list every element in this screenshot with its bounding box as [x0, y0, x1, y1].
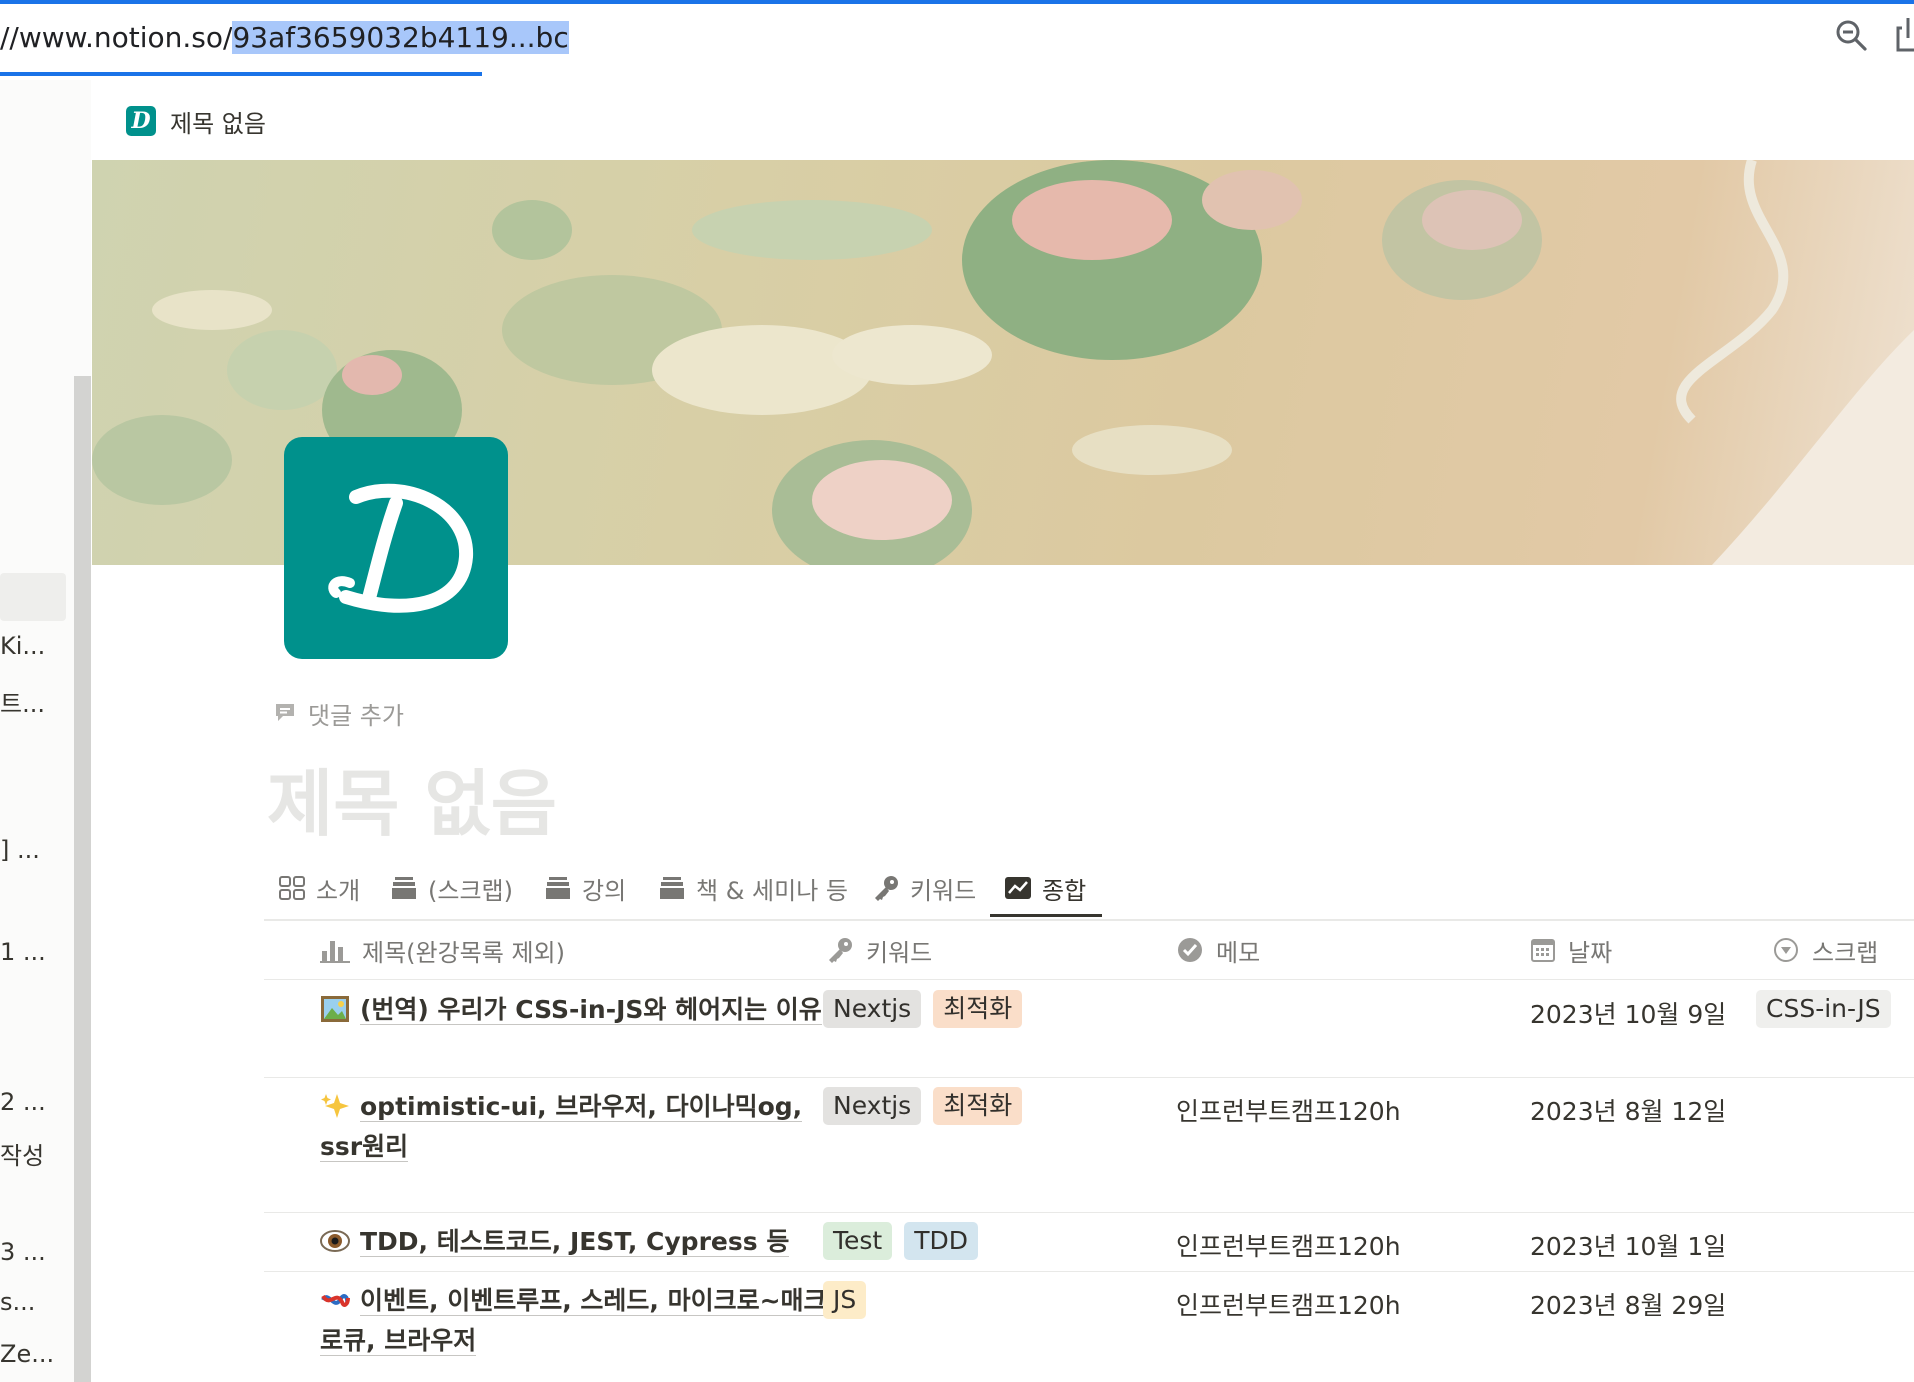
- tag-chip: Nextjs: [823, 990, 922, 1028]
- key-icon: [829, 938, 852, 963]
- sidebar-scrollbar[interactable]: [74, 376, 91, 1382]
- date-cell[interactable]: 2023년 8월 12일: [1530, 1092, 1726, 1128]
- row-title-text: (번역) 우리가 CSS-in-JS와 헤어지는 이유: [360, 995, 822, 1025]
- scrap-cell[interactable]: CSS-in-JS: [1756, 990, 1903, 1028]
- url-prefix: //www.notion.so/: [0, 21, 233, 54]
- url-selection: 93af3659032b4119...bc: [232, 21, 569, 54]
- page-title[interactable]: 제목 없음: [267, 745, 557, 850]
- column-label: 메모: [1216, 938, 1261, 967]
- add-comment-button[interactable]: 댓글 추가: [308, 696, 404, 731]
- row-divider: [264, 1212, 1914, 1213]
- d-logo-icon: [328, 483, 474, 613]
- breadcrumb-title[interactable]: 제목 없음: [170, 104, 266, 139]
- memo-cell[interactable]: 인프런부트캠프120h: [1176, 1227, 1401, 1263]
- check-circle-icon: [1178, 938, 1202, 962]
- sidebar-item[interactable]: 트...: [0, 684, 45, 719]
- key-icon: [875, 876, 898, 901]
- active-tab-indicator: [990, 914, 1102, 917]
- column-header-keyword[interactable]: 키워드: [826, 926, 932, 974]
- tab-label: (스크랩): [428, 876, 513, 905]
- select-icon: [1774, 938, 1798, 962]
- tab-summary[interactable]: 종합: [1004, 860, 1086, 916]
- address-bar-focus-line: [0, 0, 1914, 4]
- tab-books[interactable]: 책 & 세미나 등: [658, 860, 848, 916]
- comment-icon[interactable]: [273, 700, 297, 724]
- chart-icon: [1005, 877, 1031, 899]
- gallery-icon: [279, 876, 305, 900]
- column-label: 제목(완강목록 제외): [362, 938, 565, 967]
- eye-icon: [320, 1230, 350, 1252]
- column-header-memo[interactable]: 메모: [1176, 926, 1260, 974]
- knot-icon: [321, 1294, 350, 1307]
- column-header-date[interactable]: 날짜: [1530, 926, 1612, 974]
- table-top-border: [264, 920, 1914, 921]
- memo-cell[interactable]: 인프런부트캠프120h: [1176, 1286, 1401, 1322]
- calendar-icon: [1531, 939, 1555, 962]
- stack-icon: [546, 877, 570, 899]
- date-cell[interactable]: 2023년 10월 9일: [1530, 995, 1726, 1031]
- tag-chip: Test: [823, 1222, 893, 1260]
- row-divider: [264, 1077, 1914, 1078]
- sidebar-item[interactable]: Ki...: [0, 632, 45, 660]
- stack-icon: [660, 877, 684, 899]
- keyword-tags[interactable]: JS: [823, 1281, 878, 1319]
- tag-chip: TDD: [904, 1222, 979, 1260]
- tag-chip: JS: [823, 1281, 867, 1319]
- keyword-tags[interactable]: Test TDD: [823, 1222, 990, 1260]
- address-bar[interactable]: //www.notion.so/93af3659032b4119...bc: [0, 0, 1914, 80]
- table-row-title[interactable]: optimistic-ui, 브라우저, 다이나믹og, ssr원리: [320, 1087, 830, 1167]
- sidebar-selected-item[interactable]: [0, 573, 66, 621]
- table-header-border: [264, 979, 1914, 980]
- sidebar-item[interactable]: Ze...: [0, 1340, 54, 1368]
- url-underline-gap: [482, 70, 755, 76]
- keyword-tags[interactable]: Nextjs 최적화: [823, 1087, 1034, 1125]
- page-icon-small: D: [126, 106, 156, 136]
- column-label: 날짜: [1568, 938, 1613, 967]
- table-row-title[interactable]: 이벤트, 이벤트루프, 스레드, 마이크로~매크로큐, 브라우저: [320, 1281, 830, 1361]
- tab-scrap[interactable]: (스크랩): [390, 860, 513, 916]
- sidebar-item[interactable]: 3 ...: [0, 1238, 46, 1266]
- tag-chip: Nextjs: [823, 1087, 922, 1125]
- sidebar-item[interactable]: s...: [0, 1288, 35, 1316]
- column-header-scrap[interactable]: 스크랩: [1772, 926, 1878, 974]
- date-cell[interactable]: 2023년 10월 1일: [1530, 1227, 1726, 1263]
- sparkles-icon: [321, 1094, 349, 1118]
- stack-icon: [392, 877, 416, 899]
- tag-chip: 최적화: [933, 990, 1023, 1028]
- sidebar-item[interactable]: ] ...: [0, 836, 40, 864]
- tab-label: 키워드: [910, 876, 977, 905]
- column-label: 스크랩: [1812, 938, 1879, 967]
- table-row-title[interactable]: TDD, 테스트코드, JEST, Cypress 등: [320, 1222, 830, 1262]
- url-text[interactable]: //www.notion.so/93af3659032b4119...bc: [0, 16, 569, 60]
- zoom-out-icon[interactable]: [1834, 18, 1868, 52]
- share-icon[interactable]: [1896, 16, 1914, 52]
- row-divider: [264, 1271, 1914, 1272]
- keyword-tags[interactable]: Nextjs 최적화: [823, 990, 1034, 1028]
- tag-chip: 최적화: [933, 1087, 1023, 1125]
- sidebar-item[interactable]: 2 ...: [0, 1088, 46, 1116]
- sidebar-item[interactable]: 작성: [0, 1136, 44, 1171]
- row-title-text: 이벤트, 이벤트루프, 스레드, 마이크로~매크로큐, 브라우저: [320, 1286, 827, 1356]
- tab-lecture[interactable]: 강의: [544, 860, 626, 916]
- tab-label: 책 & 세미나 등: [696, 876, 849, 905]
- sidebar-item[interactable]: 1 ...: [0, 938, 46, 966]
- date-cell[interactable]: 2023년 8월 29일: [1530, 1286, 1726, 1322]
- row-title-text: optimistic-ui, 브라우저, 다이나믹og, ssr원리: [320, 1092, 803, 1162]
- tab-keyword[interactable]: 키워드: [872, 860, 976, 916]
- table-row-title[interactable]: (번역) 우리가 CSS-in-JS와 헤어지는 이유: [320, 990, 830, 1030]
- tab-label: 강의: [582, 876, 627, 905]
- column-header-title[interactable]: 제목(완강목록 제외): [320, 926, 565, 974]
- tag-chip: CSS-in-JS: [1756, 990, 1891, 1028]
- column-label: 키워드: [866, 938, 933, 967]
- page-icon[interactable]: [284, 437, 508, 659]
- tab-intro[interactable]: 소개: [278, 860, 360, 916]
- picture-icon: [321, 996, 349, 1022]
- row-title-text: TDD, 테스트코드, JEST, Cypress 등: [360, 1227, 790, 1257]
- tab-label: 소개: [316, 876, 361, 905]
- tab-label: 종합: [1042, 876, 1087, 905]
- bar-chart-icon: [320, 941, 350, 963]
- memo-cell[interactable]: 인프런부트캠프120h: [1176, 1092, 1401, 1128]
